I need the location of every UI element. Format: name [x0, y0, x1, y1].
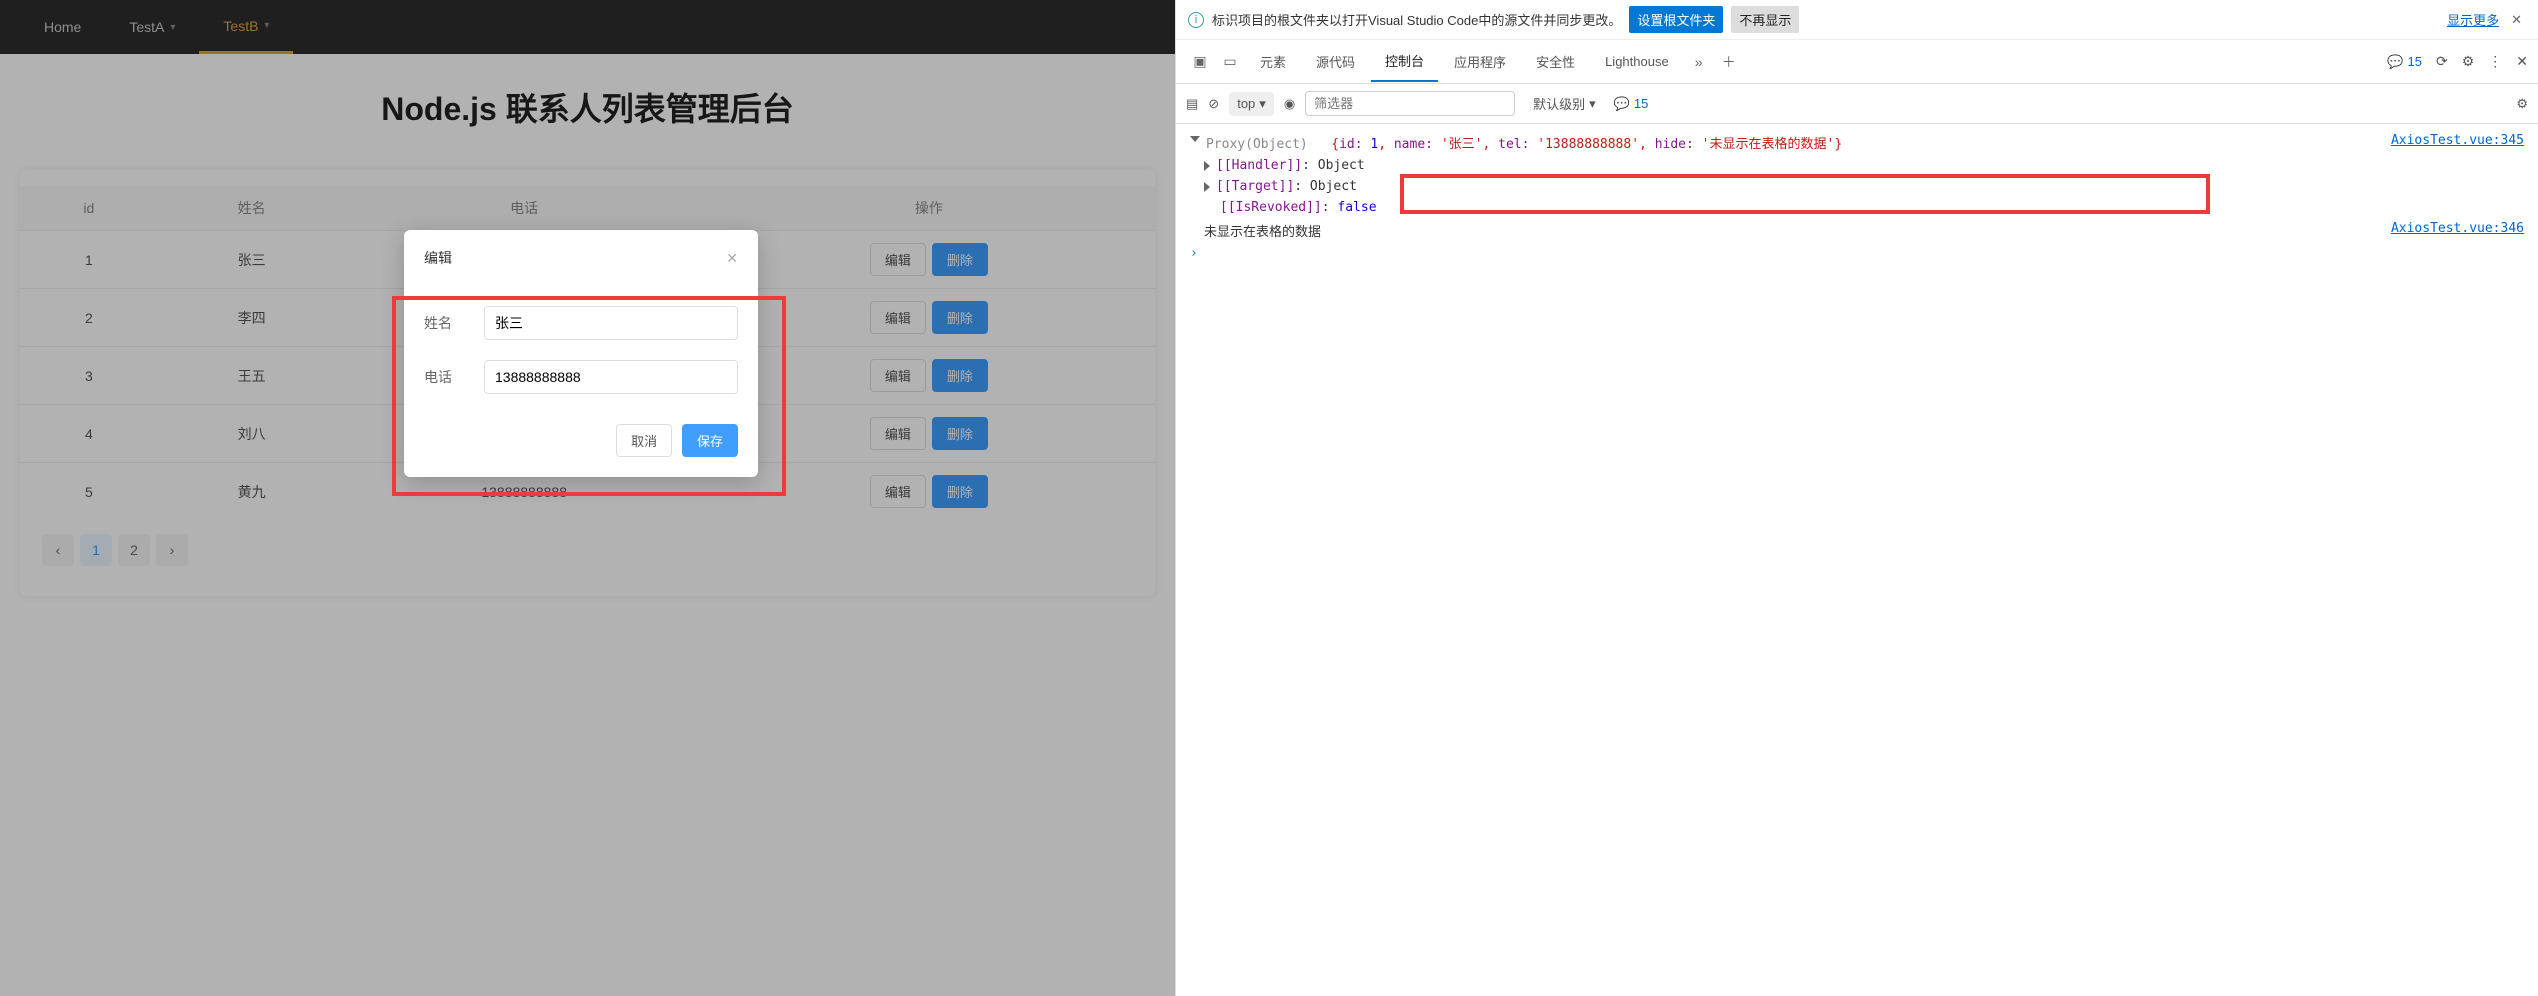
- tab-lighthouse[interactable]: Lighthouse: [1591, 44, 1683, 79]
- console-output: Proxy(Object) {id: 1, name: '张三', tel: '…: [1176, 124, 2538, 996]
- filter-input[interactable]: [1305, 91, 1515, 116]
- console-line[interactable]: [[Handler]]: Object: [1176, 155, 2538, 176]
- clear-console-icon[interactable]: ⊘: [1208, 96, 1219, 112]
- context-select[interactable]: top ▾: [1229, 92, 1274, 116]
- set-root-button[interactable]: 设置根文件夹: [1629, 6, 1723, 33]
- devtools-close-icon[interactable]: ✕: [2516, 53, 2528, 70]
- filter-issues-badge[interactable]: 💬 15: [1614, 96, 1649, 112]
- save-button[interactable]: 保存: [682, 424, 738, 457]
- source-link[interactable]: AxiosTest.vue:345: [2371, 133, 2524, 148]
- new-tab-icon[interactable]: ＋: [1715, 52, 1743, 72]
- modal-mask[interactable]: [0, 0, 1175, 996]
- console-toolbar: ▤ ⊘ top ▾ ◉ 默认级别 ▾ 💬 15 ⚙: [1176, 84, 2538, 124]
- device-icon[interactable]: ▭: [1216, 53, 1244, 70]
- sync-icon[interactable]: ⟳: [2436, 53, 2448, 70]
- console-gear-icon[interactable]: ⚙: [2516, 96, 2528, 112]
- name-input[interactable]: [484, 306, 738, 340]
- more-tabs-icon[interactable]: »: [1685, 54, 1713, 70]
- tab-elements[interactable]: 元素: [1246, 42, 1300, 81]
- banner-text: 标识项目的根文件夹以打开Visual Studio Code中的源文件并同步更改…: [1212, 10, 1621, 29]
- sidebar-toggle-icon[interactable]: ▤: [1186, 96, 1198, 112]
- cancel-button[interactable]: 取消: [616, 424, 672, 457]
- close-icon[interactable]: ✕: [726, 250, 738, 267]
- devtools-banner: i 标识项目的根文件夹以打开Visual Studio Code中的源文件并同步…: [1176, 0, 2538, 40]
- tab-sources[interactable]: 源代码: [1302, 42, 1369, 81]
- expand-icon[interactable]: [1190, 136, 1200, 142]
- dont-show-button[interactable]: 不再显示: [1731, 6, 1799, 33]
- tel-label: 电话: [424, 367, 484, 387]
- gear-icon[interactable]: ⚙: [2462, 53, 2475, 70]
- console-line[interactable]: [[Target]]: Object: [1176, 176, 2538, 197]
- edit-modal: 编辑 ✕ 姓名 电话 取消 保存: [404, 230, 758, 477]
- inspect-icon[interactable]: ▣: [1186, 53, 1214, 70]
- tab-console[interactable]: 控制台: [1371, 41, 1438, 82]
- tab-application[interactable]: 应用程序: [1440, 42, 1520, 81]
- banner-close-icon[interactable]: ✕: [2507, 12, 2526, 28]
- level-select[interactable]: 默认级别 ▾: [1525, 90, 1604, 117]
- modal-title: 编辑: [424, 248, 452, 268]
- name-label: 姓名: [424, 313, 484, 333]
- source-link[interactable]: AxiosTest.vue:346: [2371, 221, 2524, 236]
- issues-badge[interactable]: 💬 15: [2387, 54, 2422, 70]
- info-icon: i: [1188, 12, 1204, 28]
- devtools-pane: i 标识项目的根文件夹以打开Visual Studio Code中的源文件并同步…: [1175, 0, 2538, 996]
- console-line: [[IsRevoked]]: false: [1176, 197, 2538, 218]
- eye-icon[interactable]: ◉: [1284, 96, 1295, 112]
- devtools-tabs: ▣ ▭ 元素 源代码 控制台 应用程序 安全性 Lighthouse » ＋ 💬…: [1176, 40, 2538, 84]
- show-more-link[interactable]: 显示更多: [2447, 10, 2499, 29]
- tel-input[interactable]: [484, 360, 738, 394]
- expand-icon[interactable]: [1204, 161, 1210, 171]
- console-prompt[interactable]: ›: [1176, 243, 2538, 264]
- kebab-icon[interactable]: ⋮: [2488, 53, 2502, 70]
- expand-icon[interactable]: [1204, 182, 1210, 192]
- tab-security[interactable]: 安全性: [1522, 42, 1589, 81]
- console-line[interactable]: Proxy(Object) {id: 1, name: '张三', tel: '…: [1176, 130, 2538, 155]
- console-line: 未显示在表格的数据 AxiosTest.vue:346: [1176, 218, 2538, 243]
